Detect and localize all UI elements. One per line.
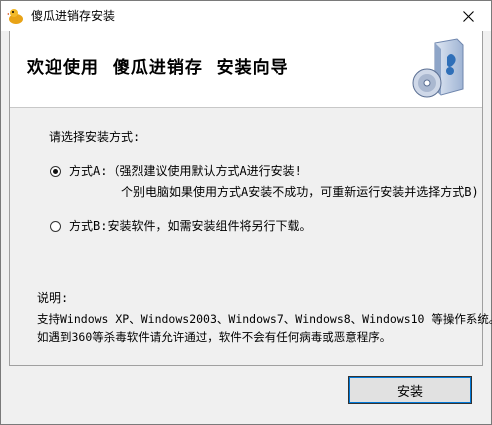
install-mode-prompt: 请选择安装方式:	[49, 130, 141, 144]
option-a-radio[interactable]	[50, 166, 61, 177]
header-title: 欢迎使用 傻瓜进销存 安装向导	[27, 58, 289, 78]
frame-bottom	[9, 365, 483, 366]
duck-icon	[7, 9, 23, 24]
option-a-note: 个别电脑如果使用方式A安装不成功，可重新运行安装并选择方式B)	[121, 185, 479, 199]
close-button[interactable]	[445, 1, 491, 31]
notes-line-1: 支持Windows XP、Windows2003、Windows7、Window…	[37, 312, 492, 326]
option-b-radio[interactable]	[50, 221, 61, 232]
notes-line-2: 如遇到360等杀毒软件请允许通过，软件不会有任何病毒或恶意程序。	[37, 330, 392, 344]
notes-heading: 说明:	[37, 291, 69, 305]
frame-left	[9, 31, 10, 366]
window-title: 傻瓜进销存安装	[31, 9, 116, 23]
option-b-label[interactable]: 方式B:安装软件，如需安装组件将另行下载。	[69, 218, 311, 234]
title-bar[interactable]: 傻瓜进销存安装	[1, 1, 491, 31]
close-icon	[462, 10, 474, 22]
wizard-header: 欢迎使用 傻瓜进销存 安装向导	[9, 31, 483, 108]
install-button[interactable]: 安装	[348, 376, 472, 404]
option-a-label[interactable]: 方式A:（强烈建议使用默认方式A进行安装!	[69, 163, 302, 179]
installer-window: 傻瓜进销存安装 欢迎使用 傻瓜进销存 安装向导 请选择安装方式: 方式A:（强烈…	[0, 0, 492, 425]
installer-box-cd-icon	[412, 38, 464, 98]
